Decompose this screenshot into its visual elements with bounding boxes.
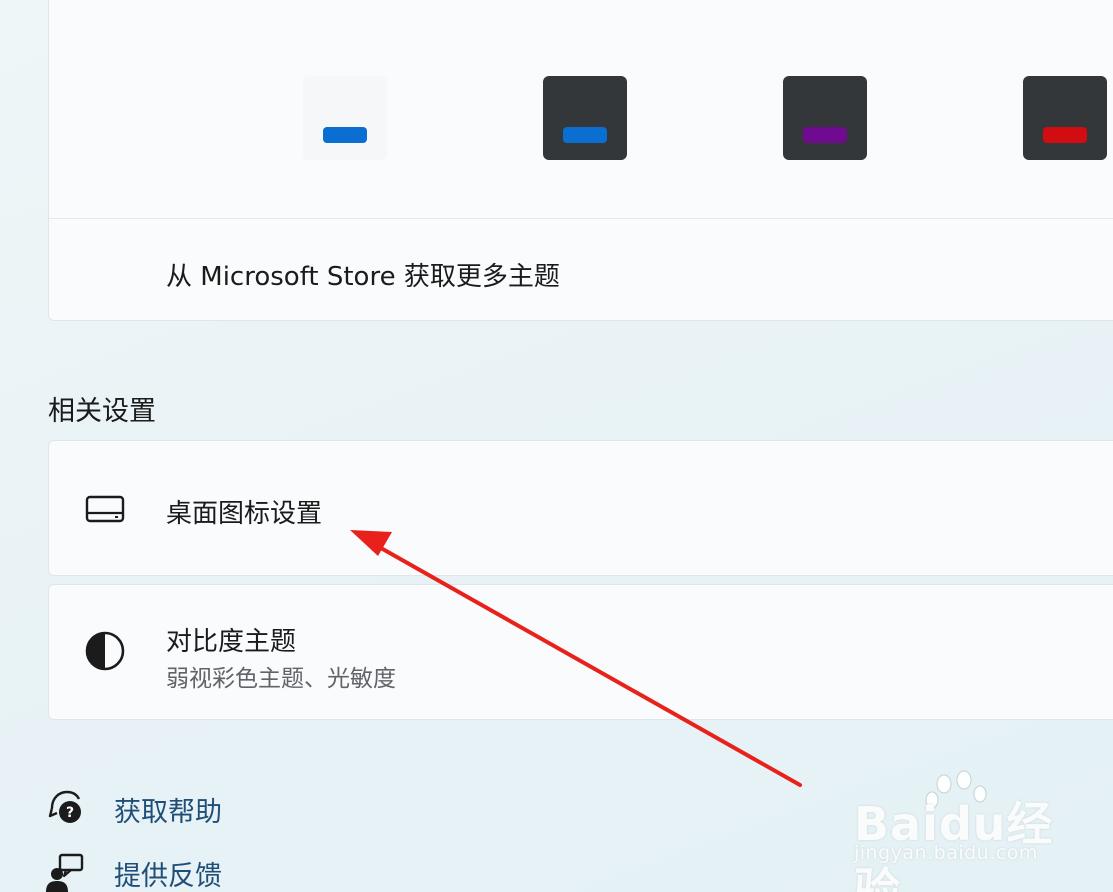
theme-tile-dark-purple[interactable] <box>783 76 867 160</box>
monitor-icon <box>85 495 125 523</box>
contrast-themes-row[interactable]: 对比度主题 弱视彩色主题、光敏度 <box>48 584 1113 720</box>
contrast-themes-description: 弱视彩色主题、光敏度 <box>166 666 396 692</box>
contrast-themes-label: 对比度主题 <box>166 627 297 657</box>
theme-accent-bar <box>803 127 847 143</box>
related-settings-heading: 相关设置 <box>48 396 156 427</box>
watermark-brand: Baidu经验 <box>854 797 1054 892</box>
themes-card: 从 Microsoft Store 获取更多主题 <box>48 0 1113 321</box>
theme-accent-bar <box>1043 127 1087 143</box>
theme-accent-bar <box>563 127 607 143</box>
contrast-icon <box>85 631 125 671</box>
desktop-icon-settings-row[interactable]: 桌面图标设置 <box>48 440 1113 576</box>
baidu-watermark: Baidu经验 jingyan.baidu.com <box>852 770 1092 892</box>
theme-tile-light[interactable] <box>303 76 387 160</box>
get-help-label: 获取帮助 <box>114 797 222 828</box>
divider <box>49 218 1113 219</box>
theme-accent-bar <box>323 127 367 143</box>
svg-text:?: ? <box>66 805 74 821</box>
theme-tile-dark-blue[interactable] <box>543 76 627 160</box>
theme-tile-dark-red[interactable] <box>1023 76 1107 160</box>
feedback-label: 提供反馈 <box>114 861 222 892</box>
microsoft-store-themes-link[interactable]: 从 Microsoft Store 获取更多主题 <box>166 256 560 293</box>
help-chat-icon: ? <box>48 790 81 823</box>
desktop-icon-settings-label: 桌面图标设置 <box>166 499 323 529</box>
feedback-icon <box>46 853 84 892</box>
watermark-url: jingyan.baidu.com <box>854 842 1038 864</box>
